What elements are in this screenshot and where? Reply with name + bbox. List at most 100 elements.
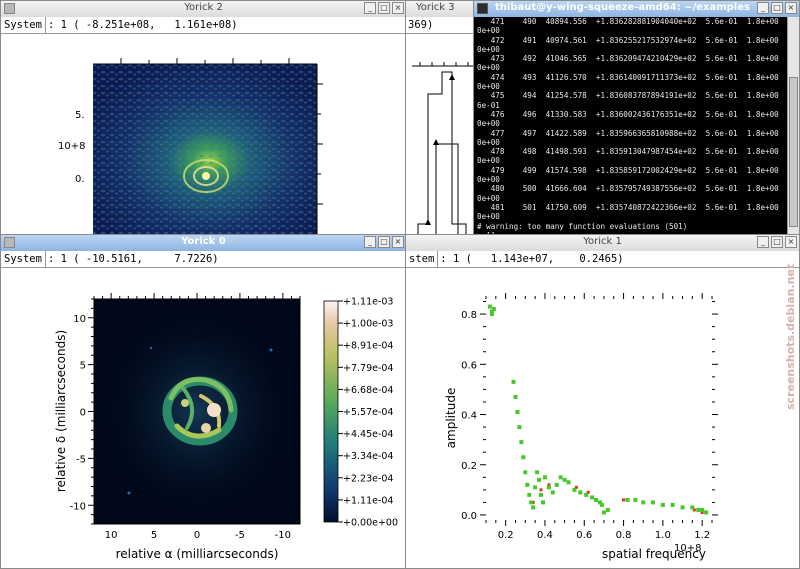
terminal-line: 471 490 40894.556 +1.836282881904040e+02… xyxy=(490,17,799,26)
terminal-window: thibaut@y-wing-squeeze-amd64: ~/examples… xyxy=(473,0,800,236)
window-title: Yorick 0 xyxy=(181,236,226,247)
data-point xyxy=(605,507,610,512)
data-point xyxy=(525,482,530,487)
data-point xyxy=(487,304,492,309)
yorick1-statusbar: stem: 1 ( 1.143e+07, 0.2465) xyxy=(406,251,799,268)
image-plot[interactable]: +1.11e-03 +1.00e-03 +8.91e-04 +7.79e-04 +6.6… xyxy=(1,268,406,568)
terminal-line: 0e+00 xyxy=(477,82,500,92)
data-point xyxy=(513,394,518,399)
close-button[interactable]: × xyxy=(392,236,404,248)
maximize-button[interactable]: □ xyxy=(378,2,390,14)
y-axis-title: relative δ (milliarcseconds) xyxy=(54,330,68,492)
yorick2-titlebar[interactable]: Yorick 2 _ □ × xyxy=(1,1,406,18)
yorick1-titlebar[interactable]: Yorick 1 _ □ × xyxy=(406,235,799,252)
colorbar-tick-label: +0.00e+00 xyxy=(343,518,398,529)
yorick1-window: Yorick 1 _ □ × stem: 1 ( 1.143e+07, 0.24… xyxy=(405,234,800,569)
data-point xyxy=(542,475,547,480)
data-point xyxy=(517,425,522,430)
colorbar-tick-label: +7.79e-04 xyxy=(343,363,393,374)
y-tick-label: 0.2 xyxy=(461,461,477,472)
yorick2-statusbar: System: 1 ( -8.251e+08, 1.161e+08) xyxy=(1,17,406,34)
maximize-button[interactable]: □ xyxy=(771,236,783,248)
terminal-line: 473 492 41046.565 +1.836209474210429e+02… xyxy=(490,54,799,64)
terminal-line: # warning: too many function evaluations… xyxy=(477,221,688,231)
x-tick-label: 0.4 xyxy=(537,530,553,541)
terminal-output[interactable]: 471 490 40894.556 +1.836282881904040e+02… xyxy=(474,17,799,235)
data-point xyxy=(531,505,536,510)
terminal-line: 0e+00 xyxy=(477,156,500,166)
terminal-line: 0e+00 xyxy=(477,137,500,147)
model-point xyxy=(622,498,626,502)
x-tick-label: -5 xyxy=(235,530,245,541)
scatter-plot[interactable]: 0.2 0.4 0.6 0.8 1.0 1.20.80.60.40.20.0 spatia… xyxy=(406,268,799,568)
data-point xyxy=(633,497,638,502)
terminal-titlebar[interactable]: thibaut@y-wing-squeeze-amd64: ~/examples… xyxy=(474,1,799,18)
minimize-button[interactable]: _ xyxy=(757,2,769,14)
coords-readout: 369) xyxy=(408,19,434,31)
y-tick-label: 0.6 xyxy=(461,360,477,371)
data-point xyxy=(700,507,705,512)
terminal-scrollbar[interactable] xyxy=(787,17,799,235)
data-point xyxy=(535,470,540,475)
yorick0-titlebar[interactable]: Yorick 0 _ □ × xyxy=(1,235,406,252)
terminal-line: 0e+00 xyxy=(477,44,500,54)
data-point xyxy=(521,455,526,460)
x-tick-label: 0.2 xyxy=(498,530,514,541)
close-button[interactable]: × xyxy=(392,2,404,14)
colorbar-tick-label: +6.68e-04 xyxy=(343,385,393,396)
data-point xyxy=(660,502,665,507)
scrollbar-thumb[interactable] xyxy=(789,77,798,227)
yorick0-statusbar: System: 1 ( -10.5161, 7.7226) xyxy=(1,251,406,268)
coords-readout: : 1 ( -8.251e+08, 1.161e+08) xyxy=(47,19,238,31)
maximize-button[interactable]: □ xyxy=(771,2,783,14)
terminal-line: 477 497 41422.589 +1.835966365810988e+02… xyxy=(490,128,799,138)
y-tick-label: 0. xyxy=(75,174,85,185)
x-tick-label: 0 xyxy=(194,530,200,541)
data-point xyxy=(519,440,524,445)
x-axis-exponent: 10+8 xyxy=(674,543,701,554)
terminal-line: 481 501 41750.609 +1.835740872422366e+02… xyxy=(490,202,799,212)
y-tick-label: 0.4 xyxy=(461,411,477,422)
terminal-line: 479 499 41574.598 +1.835859172002429e+02… xyxy=(490,165,799,175)
terminal-line: 0e+00 xyxy=(477,63,500,73)
data-point xyxy=(489,312,494,317)
window-menu-icon[interactable] xyxy=(477,3,488,14)
data-point xyxy=(533,485,538,490)
x-tick-label: 10 xyxy=(105,530,118,541)
x-axis-title: relative α (milliarcseconds) xyxy=(116,547,279,561)
terminal-line: 476 496 41330.583 +1.836002436176351e+02… xyxy=(490,109,799,119)
minimize-button[interactable]: _ xyxy=(364,236,376,248)
data-point xyxy=(529,500,534,505)
window-title: Yorick 3 xyxy=(416,2,455,13)
y-tick-label: -5 xyxy=(76,454,86,465)
model-point xyxy=(539,488,543,492)
terminal-line: 0e+00 xyxy=(477,119,500,129)
yorick2-plot[interactable]: 5. 10+8 0. xyxy=(1,34,406,236)
terminal-line: 478 498 41498.593 +1.835913047987454e+02… xyxy=(490,147,799,157)
x-tick-label: 5 xyxy=(151,530,157,541)
yorick2-window: Yorick 2 _ □ × System: 1 ( -8.251e+08, 1… xyxy=(0,0,407,236)
terminal-line: 0e+00 xyxy=(477,193,500,203)
data-point xyxy=(540,500,545,505)
y-axis-title: amplitude xyxy=(444,388,458,449)
x-tick-label: 1.0 xyxy=(655,530,671,541)
close-button[interactable]: × xyxy=(785,2,797,14)
y-tick-label: 5. xyxy=(75,110,85,121)
close-button[interactable]: × xyxy=(785,236,797,248)
data-point xyxy=(550,490,555,495)
minimize-button[interactable]: _ xyxy=(364,2,376,14)
minimize-button[interactable]: _ xyxy=(757,236,769,248)
system-label: System xyxy=(1,17,46,33)
data-point xyxy=(601,510,606,515)
data-point xyxy=(566,480,571,485)
maximize-button[interactable]: □ xyxy=(378,236,390,248)
data-point xyxy=(690,505,695,510)
terminal-line: 6e-01 xyxy=(477,100,500,110)
system-label: stem xyxy=(406,251,439,267)
colorbar-tick-label: +1.11e-03 xyxy=(343,297,393,308)
terminal-line: 0e+00 xyxy=(477,26,500,36)
data-point xyxy=(523,470,528,475)
data-point xyxy=(680,505,685,510)
y-tick-label: 0 xyxy=(80,408,86,419)
data-point xyxy=(511,379,516,384)
